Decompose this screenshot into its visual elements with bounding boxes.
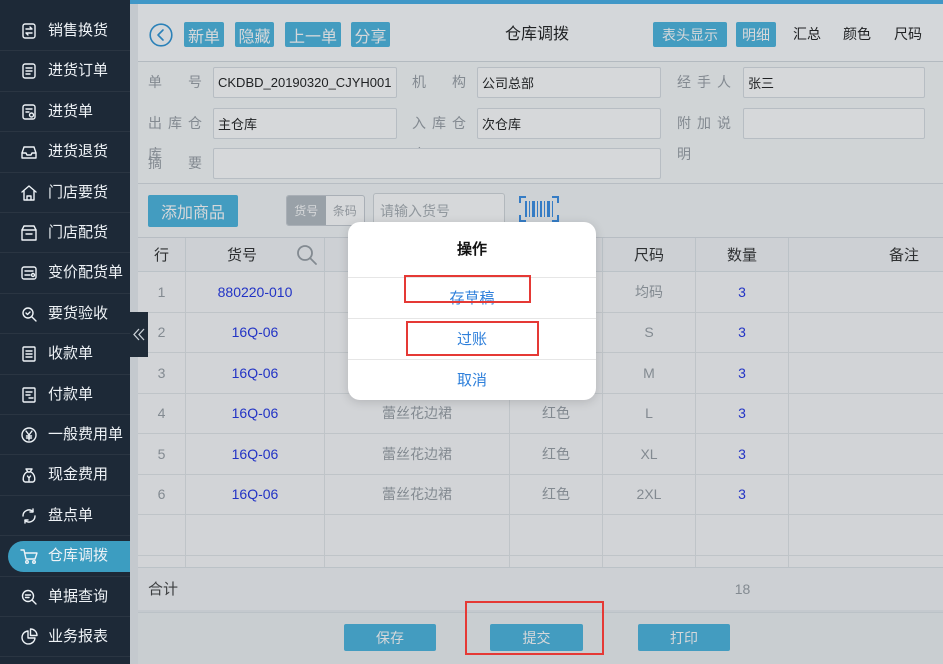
sidebar-item-label: 单据查询 [48, 587, 109, 605]
save-draft-option[interactable]: 存草稿 [348, 277, 596, 318]
store-delivery-icon [20, 224, 38, 242]
sidebar-item-label: 进货订单 [48, 62, 109, 80]
action-dialog: 操作 存草稿 过账 取消 [348, 222, 596, 400]
sidebar-item[interactable]: 要货验收 [0, 294, 130, 335]
sidebar-item[interactable]: 收款单 [0, 334, 130, 375]
sidebar-item[interactable]: 销售换货 [0, 11, 130, 52]
payment-icon [20, 386, 38, 404]
query-icon [20, 588, 38, 606]
money-bag-icon [20, 466, 38, 484]
sidebar-item[interactable]: 进货订单 [0, 51, 130, 92]
sidebar-item-active[interactable]: 仓库调拨 [0, 536, 130, 577]
stocktake-icon [20, 507, 38, 525]
sidebar-item-label: 进货单 [48, 102, 94, 120]
sidebar-item-label: 现金费用 [48, 466, 109, 484]
pie-chart-icon [20, 628, 38, 646]
return-tray-icon [20, 143, 38, 161]
sidebar-item[interactable]: 门店要货 [0, 173, 130, 213]
sidebar-item-label: 销售换货 [48, 22, 109, 39]
store-icon [20, 184, 38, 202]
sidebar-item-label: 仓库调拨 [48, 547, 109, 565]
exchange-doc-icon [20, 22, 38, 40]
post-option[interactable]: 过账 [348, 318, 596, 359]
sidebar-item-label: 变价配货单 [48, 264, 124, 282]
sidebar-item-label: 进货退货 [48, 143, 109, 161]
dialog-title: 操作 [456, 241, 487, 258]
sidebar-item[interactable]: 付款单 [0, 375, 130, 415]
sidebar-item-label: 付款单 [48, 385, 94, 403]
price-change-icon [20, 264, 38, 282]
sidebar-item[interactable]: 一般费用单 [0, 415, 130, 456]
sidebar: 销售换货进货订单进货单进货退货门店要货门店配货变价配货单要货验收收款单付款单一般… [0, 0, 130, 664]
sidebar-item[interactable]: 现金费用 [0, 455, 130, 496]
sidebar-item-label: 要货验收 [48, 304, 109, 322]
sidebar-item[interactable]: 进货退货 [0, 132, 130, 173]
yen-icon [20, 426, 38, 444]
sidebar-item-label: 门店要货 [48, 183, 109, 201]
purchase-doc-icon [20, 103, 38, 121]
cancel-option[interactable]: 取消 [348, 359, 596, 400]
sidebar-item[interactable]: 单据查询 [0, 577, 130, 617]
receipt-icon [20, 345, 38, 363]
sidebar-item-label: 业务报表 [48, 628, 109, 645]
sidebar-item[interactable]: 盘点单 [0, 496, 130, 537]
sidebar-item[interactable]: 门店配货 [0, 213, 130, 254]
sidebar-item-label: 收款单 [48, 345, 94, 363]
sidebar-item[interactable]: 业务报表 [0, 617, 130, 658]
sidebar-item[interactable]: 变价配货单 [0, 253, 130, 294]
sidebar-item[interactable]: 进货单 [0, 92, 130, 133]
cart-icon [20, 547, 38, 565]
inspection-icon [20, 305, 38, 323]
double-chevron-left-icon[interactable] [130, 312, 148, 357]
sidebar-item-label: 盘点单 [48, 506, 94, 524]
sidebar-item-label: 一般费用单 [48, 426, 124, 443]
sidebar-item-label: 门店配货 [48, 224, 109, 241]
order-doc-icon [20, 62, 38, 80]
